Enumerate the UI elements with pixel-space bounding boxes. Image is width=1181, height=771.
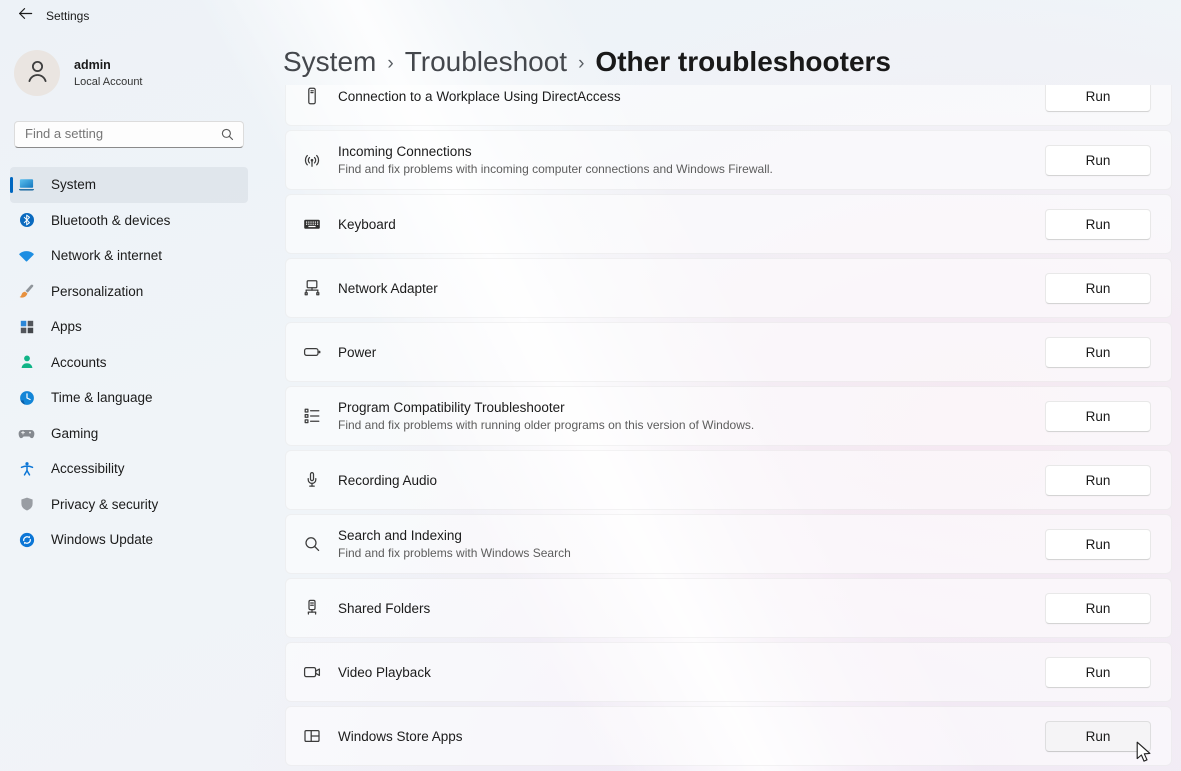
troubleshooter-name: Network Adapter: [338, 281, 1045, 296]
accounts-icon: [18, 354, 35, 371]
run-button[interactable]: Run: [1045, 209, 1151, 240]
avatar: [14, 50, 60, 96]
page-title: Other troubleshooters: [595, 44, 891, 80]
troubleshooter-name: Power: [338, 345, 1045, 360]
troubleshooter-name: Program Compatibility Troubleshooter: [338, 400, 1045, 415]
person-icon: [24, 57, 51, 89]
search-indexing-icon: [302, 534, 322, 554]
breadcrumb-separator: ›: [578, 46, 584, 82]
program-compatibility-icon: [302, 406, 322, 426]
apps-icon: [18, 318, 35, 335]
troubleshooter-name: Keyboard: [338, 217, 1045, 232]
troubleshooter-row-network-adapter: Network Adapter Run: [285, 258, 1172, 318]
sidebar-item-network-internet[interactable]: Network & internet: [10, 238, 248, 274]
troubleshooter-row-connection-to-a-workplace-using-directaccess: Connection to a Workplace Using DirectAc…: [285, 85, 1172, 126]
search-icon: [221, 128, 234, 141]
troubleshooter-description: Find and fix problems with incoming comp…: [338, 162, 1045, 176]
accessibility-icon: [18, 460, 35, 477]
keyboard-icon: [302, 214, 322, 234]
troubleshooter-row-keyboard: Keyboard Run: [285, 194, 1172, 254]
sidebar-nav: System Bluetooth & devices Network & int…: [10, 167, 248, 558]
troubleshooter-name: Search and Indexing: [338, 528, 1045, 543]
shared-folders-icon: [302, 598, 322, 618]
gaming-icon: [18, 425, 35, 442]
window-titlebar: Settings: [0, 0, 89, 32]
sidebar-item-accounts[interactable]: Accounts: [10, 345, 248, 381]
back-arrow-icon: [18, 6, 33, 26]
sidebar-item-personalization[interactable]: Personalization: [10, 274, 248, 310]
sidebar-item-windows-update[interactable]: Windows Update: [10, 522, 248, 558]
run-button[interactable]: Run: [1045, 85, 1151, 112]
troubleshooter-row-search-and-indexing: Search and Indexing Find and fix problem…: [285, 514, 1172, 574]
troubleshooter-list: Connection to a Workplace Using DirectAc…: [285, 85, 1172, 771]
troubleshooter-row-recording-audio: Recording Audio Run: [285, 450, 1172, 510]
power-icon: [302, 342, 322, 362]
search-box: [14, 121, 244, 148]
network-adapter-icon: [302, 278, 322, 298]
run-button[interactable]: Run: [1045, 273, 1151, 304]
bluetooth-icon: [18, 212, 35, 229]
run-button[interactable]: Run: [1045, 721, 1151, 752]
windows-update-icon: [18, 531, 35, 548]
windows-store-icon: [302, 726, 322, 746]
troubleshooter-row-program-compatibility-troubleshooter: Program Compatibility Troubleshooter Fin…: [285, 386, 1172, 446]
app-title: Settings: [46, 9, 89, 23]
troubleshooter-row-incoming-connections: Incoming Connections Find and fix proble…: [285, 130, 1172, 190]
troubleshooter-name: Incoming Connections: [338, 144, 1045, 159]
search-input[interactable]: [15, 126, 221, 143]
run-button[interactable]: Run: [1045, 337, 1151, 368]
sidebar-item-accessibility[interactable]: Accessibility: [10, 451, 248, 487]
time-language-icon: [18, 389, 35, 406]
incoming-connections-icon: [302, 150, 322, 170]
troubleshooter-row-video-playback: Video Playback Run: [285, 642, 1172, 702]
user-account-card[interactable]: admin Local Account: [14, 50, 264, 96]
personalization-icon: [18, 283, 35, 300]
user-account-type: Local Account: [74, 76, 143, 88]
sidebar-item-privacy-security[interactable]: Privacy & security: [10, 487, 248, 523]
video-playback-icon: [302, 662, 322, 682]
sidebar-item-time-language[interactable]: Time & language: [10, 380, 248, 416]
run-button[interactable]: Run: [1045, 465, 1151, 496]
user-name: admin: [74, 58, 143, 72]
troubleshooter-description: Find and fix problems with running older…: [338, 418, 1045, 432]
privacy-security-icon: [18, 496, 35, 513]
run-button[interactable]: Run: [1045, 593, 1151, 624]
run-button[interactable]: Run: [1045, 401, 1151, 432]
breadcrumb-segment-troubleshoot[interactable]: Troubleshoot: [405, 44, 567, 80]
troubleshooter-name: Windows Store Apps: [338, 729, 1045, 744]
troubleshooter-row-power: Power Run: [285, 322, 1172, 382]
troubleshooter-name: Connection to a Workplace Using DirectAc…: [338, 89, 1045, 104]
run-button[interactable]: Run: [1045, 529, 1151, 560]
sidebar-item-apps[interactable]: Apps: [10, 309, 248, 345]
system-icon: [18, 176, 35, 193]
breadcrumb-separator: ›: [387, 46, 393, 82]
sidebar-item-bluetooth-devices[interactable]: Bluetooth & devices: [10, 203, 248, 239]
troubleshooter-name: Recording Audio: [338, 473, 1045, 488]
troubleshooter-name: Video Playback: [338, 665, 1045, 680]
back-button[interactable]: [10, 3, 40, 29]
workplace-phone-icon: [302, 86, 322, 106]
troubleshooter-row-windows-store-apps: Windows Store Apps Run: [285, 706, 1172, 766]
troubleshooter-description: Find and fix problems with Windows Searc…: [338, 546, 1045, 560]
sidebar-item-system[interactable]: System: [10, 167, 248, 203]
troubleshooter-row-shared-folders: Shared Folders Run: [285, 578, 1172, 638]
troubleshooter-name: Shared Folders: [338, 601, 1045, 616]
run-button[interactable]: Run: [1045, 145, 1151, 176]
breadcrumb: System › Troubleshoot › Other troublesho…: [283, 44, 891, 84]
recording-audio-icon: [302, 470, 322, 490]
network-icon: [18, 247, 35, 264]
sidebar-item-gaming[interactable]: Gaming: [10, 416, 248, 452]
breadcrumb-segment-system[interactable]: System: [283, 44, 376, 80]
run-button[interactable]: Run: [1045, 657, 1151, 688]
